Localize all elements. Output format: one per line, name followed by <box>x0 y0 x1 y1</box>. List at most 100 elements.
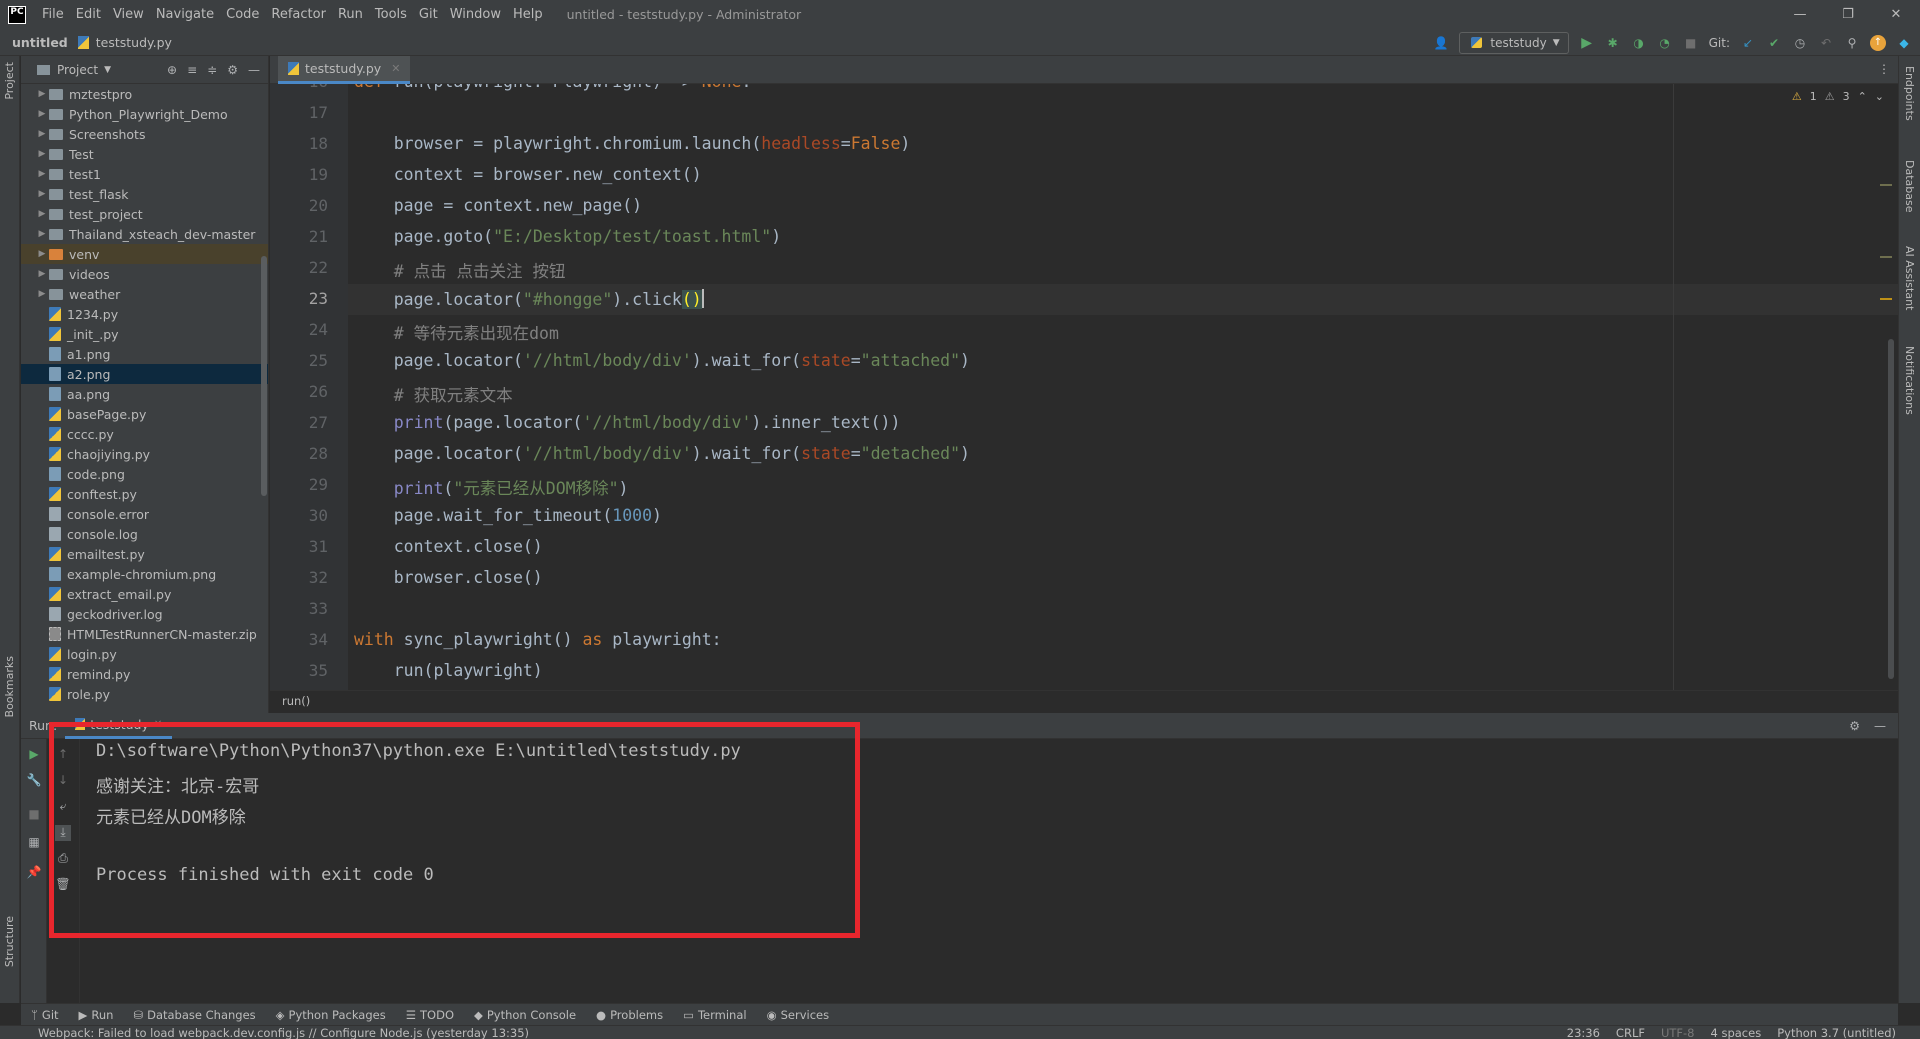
chevron-right-icon[interactable]: ▶ <box>35 269 49 279</box>
chevron-up-icon[interactable]: ⌃ <box>1858 90 1867 103</box>
rollback-icon[interactable]: ↶ <box>1818 35 1834 51</box>
tree-item[interactable]: aa.png <box>21 384 268 404</box>
tree-item[interactable]: role.py <box>21 684 268 704</box>
git-update-icon[interactable]: ↙ <box>1740 35 1756 51</box>
python-interpreter[interactable]: Python 3.7 (untitled) <box>1777 1026 1896 1039</box>
restore-button[interactable]: ❐ <box>1824 0 1872 29</box>
status-message[interactable]: Webpack: Failed to load webpack.dev.conf… <box>38 1026 529 1039</box>
coverage-icon[interactable]: ◑ <box>1631 35 1647 51</box>
menu-navigate[interactable]: Navigate <box>150 0 220 29</box>
tree-item[interactable]: chaojiying.py <box>21 444 268 464</box>
code-line[interactable]: # 点击 点击关注 按钮 <box>354 258 566 282</box>
chevron-down-icon[interactable]: ▼ <box>104 65 111 75</box>
chevron-right-icon[interactable]: ▶ <box>35 209 49 219</box>
breadcrumb-project[interactable]: untitled <box>12 35 68 50</box>
menu-help[interactable]: Help <box>507 0 549 29</box>
code-line[interactable]: page.locator("#hongge").click() <box>354 289 704 309</box>
tree-item[interactable]: console.log <box>21 524 268 544</box>
line-separator[interactable]: CRLF <box>1616 1026 1645 1039</box>
menu-git[interactable]: Git <box>413 0 444 29</box>
python-packages-tool-button[interactable]: ◈ Python Packages <box>276 1008 386 1022</box>
stop-icon[interactable]: ■ <box>26 807 42 823</box>
layout-icon[interactable]: ▦ <box>26 835 42 851</box>
python-console-tool-button[interactable]: ◆ Python Console <box>474 1008 576 1022</box>
chevron-right-icon[interactable]: ▶ <box>35 109 49 119</box>
tree-item[interactable]: console.error <box>21 504 268 524</box>
tree-item[interactable]: cccc.py <box>21 424 268 444</box>
menu-refactor[interactable]: Refactor <box>265 0 332 29</box>
notifications-tool-button[interactable]: Notifications <box>1903 346 1916 415</box>
tree-item[interactable]: HTMLTestRunnerCN-master.zip <box>21 624 268 644</box>
code-line[interactable]: page.wait_for_timeout(1000) <box>354 506 662 525</box>
code-line[interactable]: page.locator('//html/body/div').wait_for… <box>354 351 970 370</box>
tree-item[interactable]: code.png <box>21 464 268 484</box>
tree-item[interactable]: ▶ Python_Playwright_Demo <box>21 104 268 124</box>
code-line[interactable]: browser = playwright.chromium.launch(hea… <box>354 134 911 153</box>
run-tool-button[interactable]: ▶ Run <box>79 1008 114 1022</box>
rerun-icon[interactable]: ▶ <box>26 747 42 763</box>
editor-scrollbar[interactable] <box>1888 339 1894 679</box>
tree-item[interactable]: ▶ Thailand_xsteach_dev-master <box>21 224 268 244</box>
project-view-select[interactable]: Project <box>57 63 98 77</box>
menu-tools[interactable]: Tools <box>369 0 413 29</box>
chevron-right-icon[interactable]: ▶ <box>35 289 49 299</box>
structure-tool-button[interactable]: Structure <box>3 916 16 967</box>
tree-item[interactable]: ▶ Screenshots <box>21 124 268 144</box>
scroll-marker[interactable] <box>1880 184 1892 186</box>
debug-icon[interactable]: ✱ <box>1605 35 1621 51</box>
tree-item[interactable]: a1.png <box>21 344 268 364</box>
hide-icon[interactable]: — <box>1874 719 1886 733</box>
tree-item[interactable]: ▶ videos <box>21 264 268 284</box>
chevron-right-icon[interactable]: ▶ <box>35 169 49 179</box>
code-line[interactable]: browser.close() <box>354 568 543 587</box>
tree-item[interactable]: a2.png <box>21 364 268 384</box>
tree-item[interactable]: extract_email.py <box>21 584 268 604</box>
tree-item[interactable]: ▶ test_flask <box>21 184 268 204</box>
code-line[interactable]: def run(playwright: Playwright) -> None: <box>354 84 751 91</box>
gear-icon[interactable]: ⚙ <box>227 63 238 77</box>
code-line[interactable]: page.locator('//html/body/div').wait_for… <box>354 444 970 463</box>
tree-item[interactable]: conftest.py <box>21 484 268 504</box>
project-tree[interactable]: ▶ mztestpro ▶ Python_Playwright_Demo ▶ Screen… <box>21 84 268 704</box>
collapse-all-icon[interactable]: ≑ <box>207 63 217 77</box>
scroll-marker[interactable] <box>1880 256 1892 258</box>
problems-tool-button[interactable]: ● Problems <box>596 1008 663 1022</box>
database-changes-tool-button[interactable]: ⛁ Database Changes <box>133 1008 255 1022</box>
tree-item[interactable]: example-chromium.png <box>21 564 268 584</box>
bookmarks-tool-button[interactable]: Bookmarks <box>3 656 16 717</box>
minimize-button[interactable]: — <box>1776 0 1824 29</box>
run-icon[interactable]: ▶ <box>1579 35 1595 51</box>
close-window-button[interactable]: ✕ <box>1872 0 1920 29</box>
tree-item[interactable]: ▶ test1 <box>21 164 268 184</box>
code-line[interactable]: with sync_playwright() as playwright: <box>354 630 722 649</box>
chevron-down-icon[interactable]: ⌄ <box>1875 90 1884 103</box>
user-icon[interactable]: 👤 <box>1433 35 1449 51</box>
wrench-icon[interactable]: 🔧 <box>26 773 42 789</box>
run-configuration-select[interactable]: teststudy ▼ <box>1459 31 1569 54</box>
menu-code[interactable]: Code <box>220 0 265 29</box>
ai-assistant-tool-button[interactable]: AI Assistant <box>1903 246 1916 310</box>
chevron-right-icon[interactable]: ▶ <box>35 129 49 139</box>
tree-item[interactable]: ▶ test_project <box>21 204 268 224</box>
code-line[interactable]: context = browser.new_context() <box>354 165 702 184</box>
menu-window[interactable]: Window <box>444 0 507 29</box>
code-line[interactable]: page.goto("E:/Desktop/test/toast.html") <box>354 227 781 246</box>
menu-edit[interactable]: Edit <box>70 0 107 29</box>
tab-teststudy[interactable]: teststudy.py ✕ <box>278 56 411 84</box>
breadcrumb-file[interactable]: teststudy.py <box>76 34 172 50</box>
tree-item[interactable]: geckodriver.log <box>21 604 268 624</box>
caret-position[interactable]: 23:36 <box>1567 1026 1600 1039</box>
code-editor[interactable]: 1617181920212223242526272829303132333435… <box>270 84 1898 690</box>
project-scrollbar[interactable] <box>261 256 267 496</box>
code-line[interactable]: print(page.locator('//html/body/div').in… <box>354 413 901 432</box>
update-icon[interactable]: ↑ <box>1870 34 1886 51</box>
menu-view[interactable]: View <box>107 0 150 29</box>
code-line[interactable]: context.close() <box>354 537 543 556</box>
tree-item[interactable]: 1234.py <box>21 304 268 324</box>
terminal-tool-button[interactable]: ▭ Terminal <box>683 1008 746 1022</box>
project-tool-button[interactable]: Project <box>3 62 16 100</box>
expand-all-icon[interactable]: ≡ <box>187 63 197 77</box>
tree-item[interactable]: ▶ mztestpro <box>21 84 268 104</box>
search-icon[interactable]: ⚲ <box>1844 35 1860 51</box>
database-tool-button[interactable]: Database <box>1903 160 1916 213</box>
